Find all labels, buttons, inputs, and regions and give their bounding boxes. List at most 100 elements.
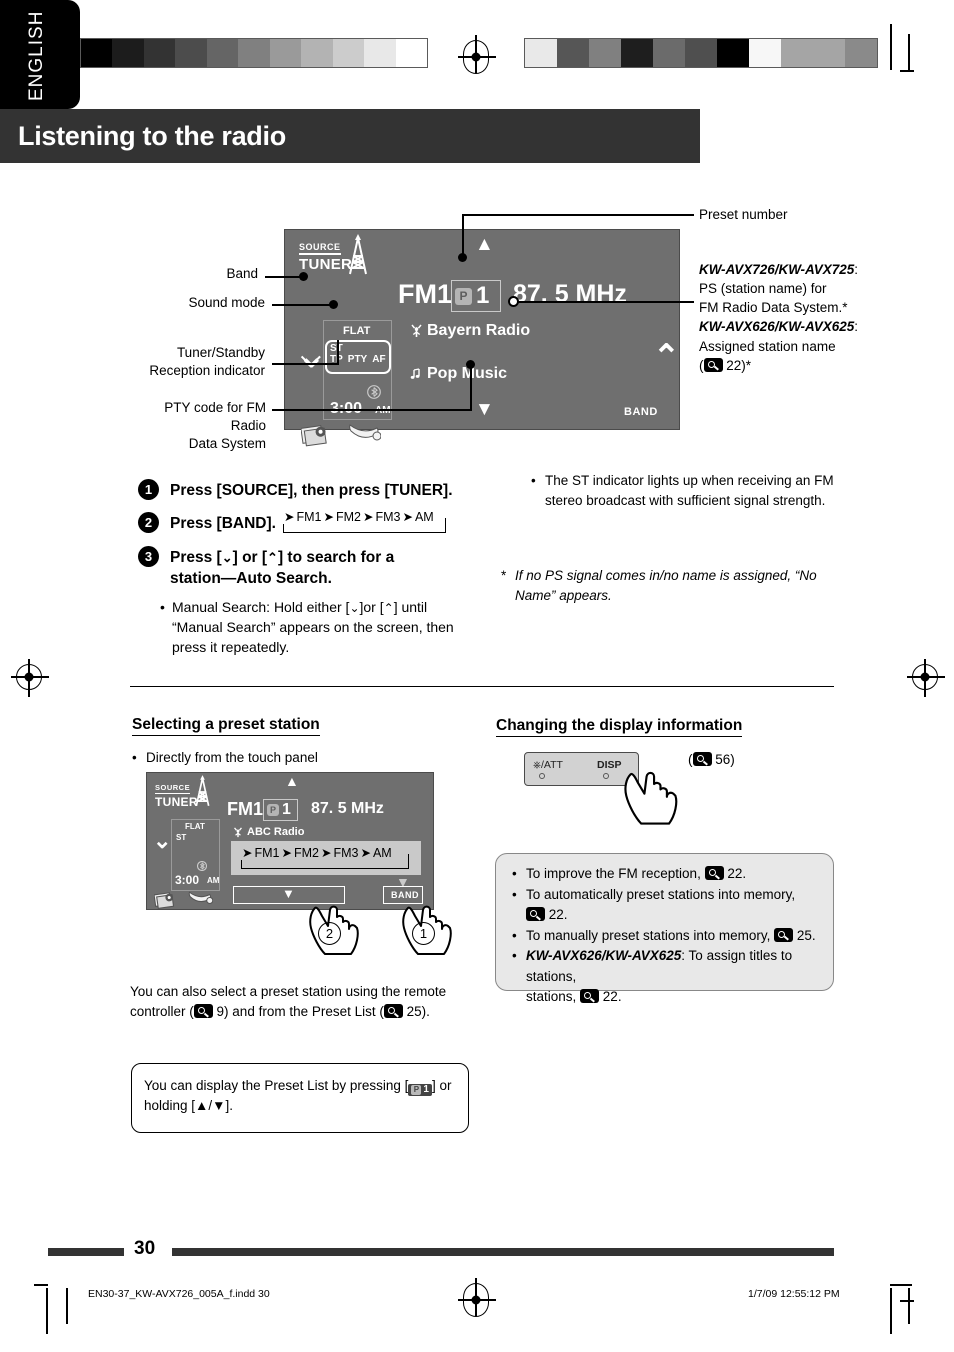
preset-up-arrow-2[interactable]: ▲ bbox=[285, 774, 299, 788]
magnifier-icon-disp bbox=[692, 752, 712, 766]
callout-ps-name: KW-AVX726/KW-AVX725: PS (station name) f… bbox=[699, 262, 859, 373]
crop-mark-right-dash bbox=[900, 70, 914, 72]
registration-mark-bottom bbox=[458, 1278, 496, 1317]
preset-down-arrow[interactable]: ▼ bbox=[475, 400, 494, 419]
sound-mode-value-2: FLAT bbox=[185, 822, 205, 831]
seek-down-chevron[interactable]: ⌄ bbox=[298, 340, 325, 372]
magnifier-icon-tip0 bbox=[704, 866, 724, 880]
step-number-3: 3 bbox=[138, 546, 159, 567]
phone-handset-icon[interactable] bbox=[347, 422, 381, 446]
leader-line-preset-v bbox=[462, 214, 464, 258]
calibration-bar-right bbox=[524, 38, 878, 68]
heading-selecting-preset: Selecting a preset station bbox=[132, 716, 320, 736]
source-label-2: SOURCE bbox=[155, 783, 191, 794]
leader-dot-sound-mode bbox=[329, 300, 338, 309]
pty-note-icon bbox=[410, 368, 420, 379]
band-button-label-2[interactable]: BAND bbox=[391, 890, 419, 900]
seek-up-chevron[interactable]: ⌃ bbox=[653, 340, 680, 372]
pty-indicator: PTY bbox=[347, 354, 368, 365]
bluetooth-icon-2 bbox=[197, 861, 207, 871]
leader-dot-pty bbox=[466, 360, 475, 369]
sound-mode-value: FLAT bbox=[343, 325, 371, 337]
callout-ref-open: ( bbox=[699, 357, 704, 373]
audio-settings-icon[interactable] bbox=[301, 422, 337, 448]
calibration-swatch bbox=[143, 39, 176, 67]
preset-down-arrow-2[interactable]: ▼ bbox=[282, 887, 295, 900]
pointing-hand-icon-disp bbox=[624, 771, 678, 825]
preset-number-value: 1 bbox=[476, 282, 490, 309]
magnifier-icon bbox=[703, 357, 723, 372]
page-number: 30 bbox=[134, 1238, 156, 1259]
preset-letter: P bbox=[455, 287, 472, 305]
bluetooth-icon bbox=[367, 385, 381, 399]
calibration-swatch bbox=[589, 39, 621, 67]
magnifier-icon-tip2 bbox=[774, 927, 794, 942]
band-seq2-0: FM1 bbox=[253, 846, 281, 860]
footnote-no-name: * If no PS signal comes in/no name is as… bbox=[501, 568, 817, 603]
tip-preset-pre: You can display the Preset List by press… bbox=[144, 1078, 409, 1093]
calibration-swatch bbox=[845, 39, 877, 67]
display-ref-page: 56) bbox=[715, 752, 735, 767]
preset-number-value-2: 1 bbox=[282, 801, 291, 818]
crop-mark-top-right-v bbox=[890, 24, 892, 70]
power-led-hole bbox=[539, 773, 545, 779]
paragraph-remote-end: 25). bbox=[406, 1004, 430, 1020]
phone-handset-icon-2[interactable] bbox=[187, 890, 213, 908]
bullet-touch-panel-text: Directly from the touch panel bbox=[146, 750, 318, 765]
touch-order-marker-1: 1 bbox=[412, 922, 435, 945]
calibration-swatch bbox=[301, 39, 333, 67]
callout-ps-desc-b: Assigned station name bbox=[699, 338, 836, 354]
seek-down-chevron-2[interactable]: ⌄ bbox=[153, 830, 171, 852]
footer-filename: EN30-37_KW-AVX726_005A_f.indd 30 bbox=[88, 1288, 270, 1300]
footer-rule-left bbox=[48, 1248, 124, 1256]
preset-up-arrow[interactable]: ▲ bbox=[475, 235, 494, 254]
step-text-3: Press [⌄] or [⌃] to search for a station… bbox=[170, 549, 395, 587]
crop-mark-bottom-right-v2 bbox=[908, 1288, 910, 1324]
band-value: FM1 bbox=[398, 279, 452, 309]
section-divider bbox=[130, 686, 834, 688]
calibration-swatch bbox=[112, 39, 144, 67]
disp-led-hole bbox=[603, 773, 609, 779]
paragraph-remote-mid: 9) and from the Preset List ( bbox=[216, 1004, 384, 1020]
crop-mark-bottom-left-h bbox=[34, 1284, 48, 1286]
crop-mark-bottom-left-v bbox=[46, 1288, 48, 1334]
crop-mark-bottom-right-h2 bbox=[900, 1300, 914, 1302]
callout-band-label: Band bbox=[226, 266, 258, 281]
callout-preset-number-label: Preset number bbox=[699, 207, 788, 222]
calibration-bar-left bbox=[80, 38, 428, 68]
band-sequence-diagram: ➤ FM1 ➤ FM2 ➤ FM3 ➤ AM bbox=[283, 509, 446, 534]
registration-mark-right bbox=[907, 659, 945, 697]
band-button-label[interactable]: BAND bbox=[624, 406, 658, 418]
preset-number-box-2[interactable]: P 1 bbox=[263, 799, 298, 821]
disp-label[interactable]: DISP bbox=[597, 759, 622, 771]
calibration-swatch bbox=[269, 39, 302, 67]
note-st-indicator: • The ST indicator lights up when receiv… bbox=[531, 473, 834, 508]
page-title: Listening to the radio bbox=[18, 120, 286, 151]
calibration-swatch bbox=[557, 39, 589, 67]
calibration-swatch bbox=[621, 39, 653, 67]
calibration-swatch bbox=[717, 39, 749, 67]
leader-line-pty-v bbox=[470, 365, 472, 410]
af-indicator: AF bbox=[372, 354, 386, 365]
touch-order-marker-2: 2 bbox=[318, 922, 341, 945]
band-seq-arrow0: ➤ bbox=[283, 510, 296, 524]
rds-indicator-box: ST TP PTY AF bbox=[325, 340, 391, 374]
callout-band: Band bbox=[176, 265, 258, 283]
radio-display-panel: SOURCE TUNER FM1 P 1 87. 5 MHz Bayern Ra… bbox=[284, 229, 680, 447]
calibration-swatch bbox=[685, 39, 717, 67]
leader-ring-ps bbox=[508, 296, 519, 307]
audio-settings-icon-2[interactable] bbox=[154, 890, 182, 910]
tip-box-preset-list-text: You can display the Preset List by press… bbox=[144, 1076, 459, 1117]
station-name-2: ABC Radio bbox=[233, 826, 304, 838]
paragraph-remote-preset: You can also select a preset station usi… bbox=[130, 982, 450, 1023]
preset-number-box[interactable]: P 1 bbox=[451, 280, 501, 312]
callout-preset-number: Preset number bbox=[699, 205, 869, 224]
radio-display-panel-preset: SOURCE TUNER FM1 P 1 87. 5 MHz ABC Radio… bbox=[146, 772, 434, 910]
band-seq-2: FM3 bbox=[374, 510, 402, 524]
calibration-swatch bbox=[525, 39, 557, 67]
page-title-bar: Listening to the radio bbox=[0, 109, 700, 163]
footnote-no-name-text: If no PS signal comes in/no name is assi… bbox=[515, 568, 817, 603]
tip-item-2: • To manually preset stations into memor… bbox=[512, 927, 816, 943]
leader-line-sound-mode bbox=[272, 304, 332, 306]
calibration-swatch bbox=[395, 39, 427, 67]
